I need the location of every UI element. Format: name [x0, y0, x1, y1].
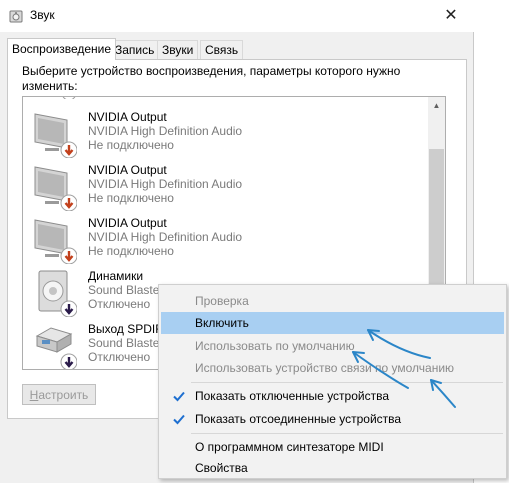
menu-item-label: Включить: [195, 316, 249, 330]
scroll-up-icon[interactable]: ▲: [428, 97, 445, 114]
device-name: Выход SPDIF: [88, 322, 163, 336]
menu-item-label: Использовать устройство связи по умолчан…: [195, 361, 455, 375]
tab-recording[interactable]: Запись: [110, 40, 160, 59]
device-name: NVIDIA Output: [88, 110, 167, 124]
device-name: NVIDIA Output: [88, 163, 167, 177]
close-button[interactable]: ✕: [440, 6, 462, 26]
device-name: NVIDIA Output: [88, 216, 167, 230]
menu-separator: [191, 382, 503, 383]
tab-communications[interactable]: Связь: [200, 40, 244, 59]
instruction-text: Выберите устройство воспроизведения, пар…: [22, 64, 401, 93]
monitor-icon: [34, 166, 77, 211]
list-item[interactable]: [23, 97, 429, 103]
menu-separator: [191, 433, 503, 434]
device-status: Не подключено: [88, 244, 174, 258]
menu-item-set-default-communication[interactable]: Использовать устройство связи по умолчан…: [161, 357, 504, 379]
red-down-arrow-icon: [62, 97, 76, 99]
menu-item-label: О программном синтезаторе MIDI: [195, 440, 384, 454]
menu-item-properties[interactable]: Свойства: [161, 457, 504, 479]
device-status: Отключено: [88, 297, 151, 311]
menu-item-set-default[interactable]: Использовать по умолчанию: [161, 335, 504, 357]
menu-item-test[interactable]: Проверка: [161, 290, 504, 312]
tab-playback[interactable]: Воспроизведение: [7, 38, 117, 60]
list-item[interactable]: NVIDIA Output NVIDIA High Definition Aud…: [23, 109, 429, 162]
menu-item-label: Показать отсоединенные устройства: [195, 412, 402, 426]
menu-item-show-disabled[interactable]: Показать отключенные устройства: [161, 385, 504, 407]
monitor-icon: [34, 219, 77, 264]
window-title: Звук: [30, 8, 55, 22]
speaker-icon: [38, 270, 77, 317]
device-name: Динамики: [88, 269, 144, 283]
context-menu: Проверка Включить Использовать по умолча…: [158, 284, 507, 479]
device-status: Не подключено: [88, 191, 174, 205]
close-icon: ✕: [444, 7, 458, 24]
menu-item-label: Использовать по умолчанию: [195, 339, 355, 353]
tab-sounds[interactable]: Звуки: [157, 40, 199, 59]
configure-button[interactable]: Настроить: [22, 384, 96, 405]
title-bar: Звук ✕: [0, 0, 474, 32]
device-driver: NVIDIA High Definition Audio: [88, 230, 243, 244]
device-status: Не подключено: [88, 138, 174, 152]
speaker-title-icon: [9, 10, 23, 23]
menu-item-enable[interactable]: Включить: [161, 312, 504, 334]
device-status: Отключено: [88, 350, 151, 364]
device-driver: NVIDIA High Definition Audio: [88, 124, 243, 138]
check-icon: [173, 391, 185, 402]
monitor-icon: [34, 113, 77, 158]
menu-item-label: Свойства: [195, 461, 248, 475]
menu-item-label: Проверка: [195, 294, 249, 308]
spdif-icon: [35, 327, 77, 369]
check-icon: [173, 414, 185, 425]
device-driver: NVIDIA High Definition Audio: [88, 177, 243, 191]
menu-item-midi-about[interactable]: О программном синтезаторе MIDI: [161, 436, 504, 458]
menu-item-show-disconnected[interactable]: Показать отсоединенные устройства: [161, 408, 504, 430]
menu-item-label: Показать отключенные устройства: [195, 389, 390, 403]
configure-label: астроить: [38, 388, 89, 402]
list-item[interactable]: NVIDIA Output NVIDIA High Definition Aud…: [23, 162, 429, 215]
list-item[interactable]: NVIDIA Output NVIDIA High Definition Aud…: [23, 215, 429, 268]
